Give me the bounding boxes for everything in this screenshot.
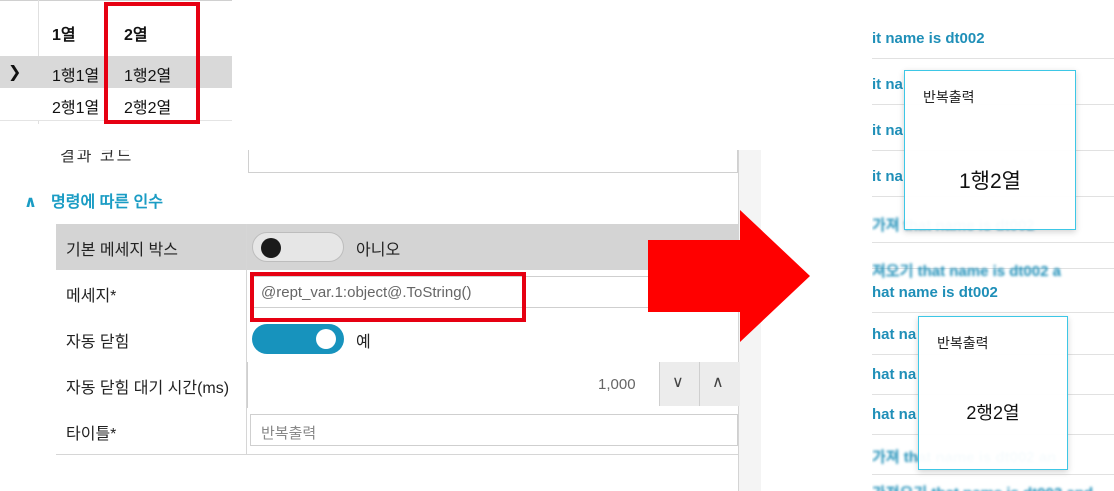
toggle-knob	[261, 238, 281, 258]
prop-row-autoclose: 자동 닫힘 예	[56, 316, 738, 363]
section-title: 명령에 따른 인수	[51, 194, 163, 211]
list-item-text: hat na	[872, 406, 917, 423]
chevron-up-icon: ∧	[24, 194, 37, 211]
wait-time-value: 1,000	[598, 376, 636, 393]
toggle-value: 아니오	[356, 242, 401, 259]
list-item-text: 가져오기 that name is dt002 and	[872, 482, 1093, 491]
row-divider	[246, 270, 247, 316]
row-divider	[246, 316, 247, 362]
prop-label: 메세지*	[66, 288, 117, 305]
prop-row-title: 타이틀* 반복출력	[56, 408, 738, 455]
list-item: it name is dt002	[872, 18, 1114, 59]
list-item: 가져오기 that name is dt002 and	[872, 470, 1114, 491]
row-divider	[246, 224, 247, 270]
autoclose-toggle[interactable]	[252, 324, 344, 354]
title-value: 반복출력	[261, 425, 317, 442]
chevron-right-icon: ❯	[8, 64, 22, 81]
highlight-box-message	[250, 272, 526, 322]
section-header-arguments[interactable]: ∧ 명령에 따른 인수	[24, 188, 163, 212]
prop-label: 자동 닫힘 대기 시간(ms)	[66, 380, 230, 397]
arrow-right-icon	[648, 210, 810, 342]
msgbox-toggle[interactable]	[252, 232, 344, 262]
cut-off-label: 결과 코드	[60, 148, 134, 165]
list-item-text: it name is dt002	[872, 30, 985, 47]
wait-time-stepper[interactable]: 1,000 ∨ ∧	[247, 362, 740, 408]
message-popup-2[interactable]: 반복출력 2행2열	[918, 316, 1068, 470]
increment-button[interactable]: ∧	[699, 362, 740, 406]
cut-off-field[interactable]	[248, 150, 738, 173]
result-list: it name is dt002 it na it na it na 가져 th…	[872, 18, 1114, 491]
list-item-text: it na	[872, 122, 903, 139]
prop-row-wait: 자동 닫힘 대기 시간(ms) 1,000 ∨ ∧	[56, 362, 740, 409]
popup-body: 2행2열	[966, 403, 1020, 423]
popup-body: 1행2열	[959, 170, 1021, 193]
list-item-text: hat na	[872, 326, 917, 343]
grid-cell[interactable]: 1행1열	[52, 62, 99, 86]
prop-label: 타이틀*	[66, 426, 117, 443]
list-item: hat name is dt002	[872, 272, 1114, 313]
list-item-text: it na	[872, 76, 903, 93]
grid-cell[interactable]: 2행1열	[52, 94, 99, 118]
prop-row-msgbox: 기본 메세지 박스 아니오	[56, 224, 738, 271]
chevron-up-icon: ∧	[712, 374, 724, 391]
list-item-text: hat name is dt002	[872, 284, 998, 301]
arrow-shape	[648, 210, 810, 342]
list-item-text: hat na	[872, 366, 917, 383]
chevron-down-icon: ∨	[672, 374, 684, 391]
decrement-button[interactable]: ∨	[659, 362, 700, 406]
toggle-knob	[316, 329, 336, 349]
popup-title: 반복출력	[937, 335, 989, 351]
list-item-text: it na	[872, 168, 903, 185]
popup-title: 반복출력	[923, 89, 975, 105]
row-divider	[246, 408, 247, 454]
message-popup-1[interactable]: 반복출력 1행2열	[904, 70, 1076, 230]
toggle-value: 예	[356, 334, 371, 351]
list-item: 져오기 that name is dt002 a	[872, 246, 1114, 280]
prop-label: 자동 닫힘	[66, 334, 130, 351]
highlight-box-column-2	[104, 2, 200, 124]
title-input[interactable]: 반복출력	[250, 414, 738, 446]
prop-label: 기본 메세지 박스	[66, 242, 178, 259]
column-header-1[interactable]: 1열	[52, 21, 76, 45]
